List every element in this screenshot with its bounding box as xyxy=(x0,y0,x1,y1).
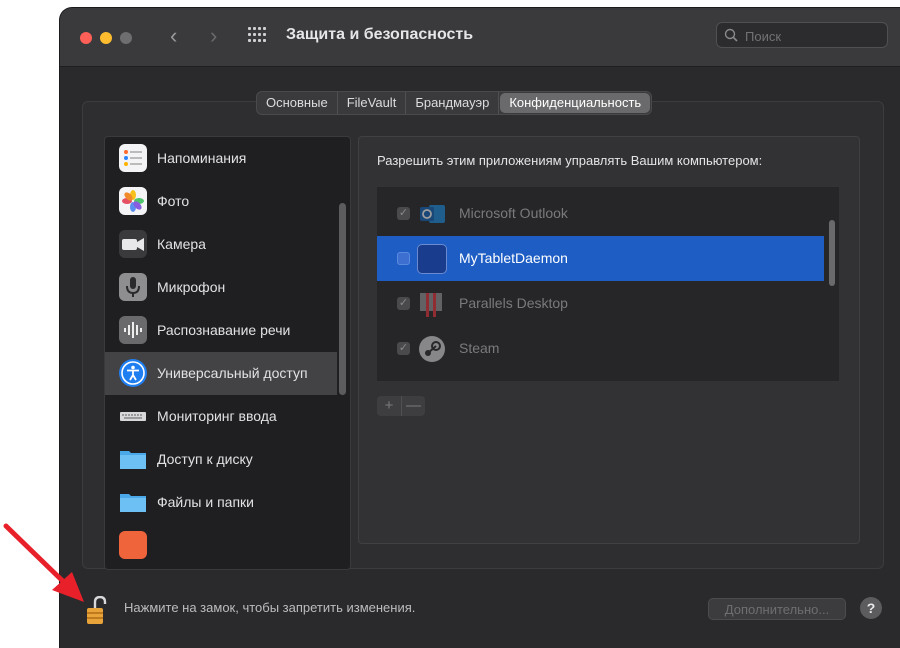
show-all-grid-icon[interactable] xyxy=(248,27,268,45)
advanced-button[interactable]: Дополнительно... xyxy=(708,598,846,620)
add-app-button[interactable]: + xyxy=(377,396,401,416)
sidebar-item-photos[interactable]: Фото xyxy=(105,180,337,223)
search-field[interactable] xyxy=(716,22,888,49)
sidebar-item-label: Фото xyxy=(157,193,190,209)
sidebar-item-camera[interactable]: Камера xyxy=(105,223,337,266)
search-input[interactable] xyxy=(743,23,887,49)
app-name: Parallels Desktop xyxy=(459,295,568,311)
folder-icon xyxy=(119,488,147,516)
add-remove-controls: + — xyxy=(377,396,425,416)
app-row-steam[interactable]: ✓ Steam xyxy=(377,326,824,371)
sidebar-item-label: Микрофон xyxy=(157,279,226,295)
parallels-icon xyxy=(417,289,447,319)
accessibility-icon xyxy=(119,359,147,387)
window-title: Защита и безопасность xyxy=(286,26,474,43)
speech-recognition-icon xyxy=(119,316,147,344)
sidebar-item-accessibility[interactable]: Универсальный доступ xyxy=(105,352,337,395)
keyboard-icon xyxy=(119,402,147,430)
sidebar-item-microphone[interactable]: Микрофон xyxy=(105,266,337,309)
reminders-icon xyxy=(119,144,147,172)
app-icon xyxy=(119,531,147,559)
app-name: Steam xyxy=(459,340,500,356)
microphone-icon xyxy=(119,273,147,301)
sidebar-item-label: Доступ к диску xyxy=(157,451,253,467)
app-row-mytabletdaemon[interactable]: MyTabletDaemon xyxy=(377,236,824,281)
lock-status-text: Нажмите на замок, чтобы запретить измене… xyxy=(124,600,416,615)
app-checkbox[interactable]: ✓ xyxy=(397,207,410,220)
sidebar-item-partial[interactable] xyxy=(105,524,337,567)
help-button[interactable]: ? xyxy=(860,597,882,619)
sidebar-item-label: Камера xyxy=(157,236,206,252)
forward-icon[interactable]: › xyxy=(210,22,217,50)
sidebar-item-label: Файлы и папки xyxy=(157,494,254,510)
sidebar-item-files-and-folders[interactable]: Файлы и папки xyxy=(105,481,337,524)
app-name: MyTabletDaemon xyxy=(459,250,568,266)
app-list[interactable]: ✓ Microsoft Outlook MyTabletDaemon ✓ Par… xyxy=(377,187,839,381)
tab-firewall[interactable]: Брандмауэр xyxy=(406,92,500,114)
minimize-button[interactable] xyxy=(100,32,112,44)
tab-privacy[interactable]: Конфиденциальность xyxy=(500,93,651,113)
app-checkbox[interactable]: ✓ xyxy=(397,342,410,355)
sidebar-item-speech-recognition[interactable]: Распознавание речи xyxy=(105,309,337,352)
sidebar-item-label: Распознавание речи xyxy=(157,322,291,338)
tab-general[interactable]: Основные xyxy=(257,92,338,114)
security-preferences-window: ‹ › Защита и безопасность Основные FileV… xyxy=(60,8,900,648)
app-checkbox[interactable] xyxy=(397,252,410,265)
app-checkbox[interactable]: ✓ xyxy=(397,297,410,310)
remove-app-button[interactable]: — xyxy=(401,396,425,416)
tab-filevault[interactable]: FileVault xyxy=(338,92,407,114)
sidebar-item-label: Мониторинг ввода xyxy=(157,408,277,424)
search-icon xyxy=(724,28,738,42)
sidebar-item-full-disk-access[interactable]: Доступ к диску xyxy=(105,438,337,481)
privacy-category-list[interactable]: Напоминания Фото Камера Микрофон Распозн… xyxy=(104,136,351,570)
sidebar-scrollbar[interactable] xyxy=(339,203,346,395)
app-name: Microsoft Outlook xyxy=(459,205,568,221)
back-icon[interactable]: ‹ xyxy=(170,22,177,50)
tab-bar: Основные FileVault Брандмауэр Конфиденци… xyxy=(256,91,653,115)
steam-icon xyxy=(417,334,447,364)
zoom-button[interactable] xyxy=(120,32,132,44)
photos-icon xyxy=(119,187,147,215)
folder-icon xyxy=(119,445,147,473)
sidebar-item-label: Универсальный доступ xyxy=(157,365,308,381)
annotation-arrow-icon xyxy=(3,523,84,602)
outlook-icon xyxy=(417,199,447,229)
sidebar-item-reminders[interactable]: Напоминания xyxy=(105,137,337,180)
privacy-detail-pane: Разрешить этим приложениям управлять Ваш… xyxy=(358,136,860,544)
app-row-microsoft-outlook[interactable]: ✓ Microsoft Outlook xyxy=(377,191,824,236)
permission-heading: Разрешить этим приложениям управлять Ваш… xyxy=(377,153,763,168)
camera-icon xyxy=(119,230,147,258)
titlebar: ‹ › Защита и безопасность xyxy=(60,8,900,67)
tablet-daemon-icon xyxy=(417,244,447,274)
app-row-parallels-desktop[interactable]: ✓ Parallels Desktop xyxy=(377,281,824,326)
sidebar-item-input-monitoring[interactable]: Мониторинг ввода xyxy=(105,395,337,438)
app-list-scrollbar[interactable] xyxy=(829,220,835,286)
close-button[interactable] xyxy=(80,32,92,44)
sidebar-item-label: Напоминания xyxy=(157,150,247,166)
